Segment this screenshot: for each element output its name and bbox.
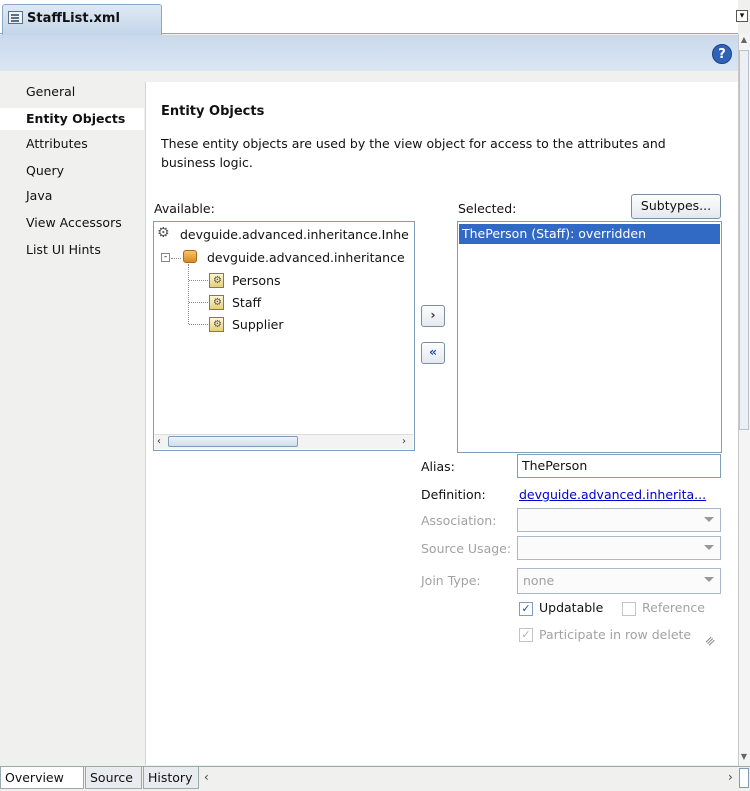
participate-row-delete-checkbox[interactable]: ✓ (519, 628, 533, 642)
scroll-right-icon[interactable]: › (728, 770, 733, 784)
scroll-right-icon[interactable]: › (402, 436, 406, 447)
nav-item-java[interactable]: Java (0, 185, 144, 207)
selected-list-item[interactable]: ThePerson (Staff): overridden (459, 224, 720, 244)
tree-package-node[interactable]: devguide.advanced.inheritance (207, 250, 405, 265)
nav-item-query[interactable]: Query (0, 160, 144, 182)
definition-link[interactable]: devguide.advanced.inherita... (519, 487, 706, 502)
reference-label: Reference (642, 600, 705, 615)
description-line-2: business logic. (161, 155, 253, 170)
scroll-left-icon[interactable]: ‹ (157, 436, 161, 447)
chevron-down-icon (704, 517, 714, 522)
scroll-left-icon[interactable]: ‹ (204, 770, 209, 784)
split-handle[interactable] (739, 768, 749, 788)
tab-history[interactable]: History (143, 767, 199, 789)
nav-item-attributes[interactable]: Attributes (0, 133, 144, 155)
tab-overview[interactable]: Overview (0, 767, 84, 789)
selected-list[interactable] (457, 221, 722, 453)
overview-nav: General Entity Objects Attributes Query … (0, 72, 145, 765)
move-right-button[interactable]: › (421, 305, 445, 327)
participate-row-delete-label: Participate in row delete (539, 627, 692, 642)
bottom-horizontal-scrollbar[interactable] (200, 768, 738, 788)
join-type-value: none (523, 573, 555, 588)
entity-object-icon (209, 317, 224, 332)
tree-scroll-thumb[interactable] (168, 436, 298, 447)
nav-item-view-accessors[interactable]: View Accessors (0, 212, 144, 234)
editor-tab-title: StaffList.xml (27, 11, 120, 26)
nav-item-entity-objects[interactable]: Entity Objects (0, 108, 144, 130)
editor-tab[interactable]: StaffList.xml (2, 4, 162, 35)
move-left-button[interactable]: « (421, 342, 445, 364)
help-icon[interactable]: ? (712, 44, 732, 64)
tree-collapse-icon[interactable]: - (161, 253, 170, 262)
tree-entity-staff[interactable]: Staff (232, 295, 261, 310)
join-type-select[interactable]: none (517, 568, 721, 594)
scroll-up-icon[interactable]: ▲ (739, 35, 749, 47)
vertical-scroll-thumb[interactable] (739, 50, 749, 430)
source-usage-label: Source Usage: (421, 541, 512, 556)
updatable-label: Updatable (539, 600, 604, 615)
source-usage-select[interactable] (517, 536, 721, 560)
join-type-label: Join Type: (421, 573, 481, 588)
page-title: Entity Objects (161, 104, 265, 119)
selected-label: Selected: (458, 201, 517, 216)
tree-root-node[interactable]: devguide.advanced.inheritance.Inhe (180, 227, 409, 242)
subtypes-button[interactable]: Subtypes... (631, 194, 721, 219)
entity-object-icon (209, 295, 224, 310)
updatable-checkbox[interactable]: ✓ (519, 602, 533, 616)
tab-source[interactable]: Source (85, 767, 142, 789)
tab-list-dropdown-icon[interactable]: ▾ (736, 10, 748, 22)
nav-item-list-ui-hints[interactable]: List UI Hints (0, 239, 144, 261)
tree-entity-persons[interactable]: Persons (232, 273, 281, 288)
association-select[interactable] (517, 508, 721, 532)
chevron-down-icon (704, 577, 714, 582)
reference-checkbox[interactable] (622, 602, 636, 616)
available-label: Available: (154, 201, 215, 216)
application-module-icon: ⚙ (157, 225, 170, 241)
description-line-1: These entity objects are used by the vie… (161, 136, 666, 151)
association-label: Association: (421, 513, 497, 528)
xml-file-icon (8, 11, 23, 24)
definition-label: Definition: (421, 487, 486, 502)
alias-label: Alias: (421, 459, 455, 474)
alias-input[interactable]: ThePerson (517, 454, 721, 478)
header-band (0, 35, 738, 71)
scroll-down-icon[interactable]: ▼ (739, 752, 749, 764)
chevron-down-icon (704, 545, 714, 550)
tree-entity-supplier[interactable]: Supplier (232, 317, 284, 332)
package-icon (183, 250, 197, 263)
entity-object-icon (209, 273, 224, 288)
nav-item-general[interactable]: General (0, 81, 144, 103)
